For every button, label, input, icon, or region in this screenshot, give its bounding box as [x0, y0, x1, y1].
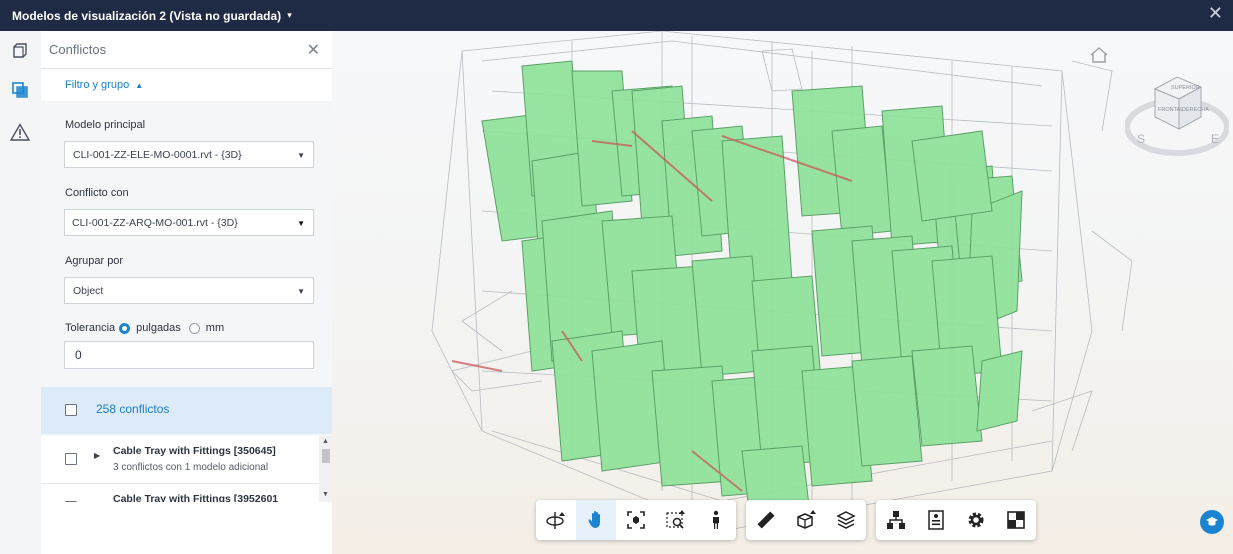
item-name: Cable Tray with Fittings [350645]: [113, 445, 276, 457]
close-panel-button[interactable]: ✕: [307, 40, 320, 60]
settings-icon[interactable]: [956, 500, 996, 540]
conflict-with-label: Conflicto con: [65, 187, 129, 199]
viewcube-top-label: SUPERIOR: [1171, 85, 1200, 91]
radio-inches[interactable]: [119, 322, 131, 334]
principal-model-label: Modelo principal: [65, 119, 146, 131]
chevron-down-icon: ▼: [297, 151, 305, 160]
navigation-toolbar: [536, 500, 736, 540]
compass-s-label: S: [1137, 132, 1145, 146]
scroll-up-icon[interactable]: ▲: [322, 438, 329, 445]
group-by-label: Agrupar por: [65, 255, 124, 267]
item-subtitle: 3 conflictos con 1 modelo adicional: [113, 462, 269, 473]
tolerance-row: Tolerancia pulgadas mm: [65, 322, 224, 334]
tolerance-label: Tolerancia: [65, 322, 116, 334]
chevron-down-icon: ▼: [297, 219, 305, 228]
viewcube-front-label: FRONTAL: [1158, 107, 1183, 113]
fit-to-view-icon[interactable]: [616, 500, 656, 540]
tolerance-input[interactable]: 0: [64, 341, 314, 369]
measure-icon[interactable]: [746, 500, 786, 540]
principal-model-value: CLI-001-ZZ-ELE-MO-0001.rvt - {3D}: [73, 148, 242, 161]
orbit-icon[interactable]: [536, 500, 576, 540]
viewcube-right-label: DERECHA: [1182, 107, 1209, 113]
radio-mm-label: mm: [205, 322, 225, 334]
scroll-down-icon[interactable]: ▼: [322, 491, 329, 498]
panel-footer: [41, 502, 332, 554]
cube-outline-icon[interactable]: [10, 41, 30, 61]
collapse-triangle-icon: ▲: [135, 80, 144, 90]
scroll-thumb[interactable]: [322, 449, 330, 463]
conflict-with-value: CLI-001-ZZ-ARQ-MO-001.rvt - {3D}: [72, 216, 238, 229]
pan-icon[interactable]: [576, 500, 616, 540]
first-person-icon[interactable]: [696, 500, 736, 540]
layers-icon[interactable]: [826, 500, 866, 540]
conflict-count-row: 258 conflictos: [41, 387, 332, 434]
item-name: Cable Tray with Fittings [3952601: [113, 493, 279, 502]
list-item[interactable]: ▶ Cable Tray with Fittings [350645] 3 co…: [41, 436, 319, 484]
left-rail: [0, 31, 42, 554]
conflicts-panel: Conflictos ✕ Filtro y grupo ▲ Modelo pri…: [41, 31, 332, 554]
radio-inches-label: pulgadas: [136, 322, 181, 334]
home-icon[interactable]: [1089, 46, 1109, 69]
compass-e-label: E: [1211, 132, 1219, 146]
principal-model-select[interactable]: CLI-001-ZZ-ELE-MO-0001.rvt - {3D} ▼: [64, 141, 314, 168]
clash-icon[interactable]: [10, 80, 30, 100]
group-by-select[interactable]: Object ▼: [64, 277, 314, 304]
model-browser-icon[interactable]: [876, 500, 916, 540]
list-scrollbar[interactable]: ▲ ▼: [319, 436, 332, 502]
conflict-list: ▶ Cable Tray with Fittings [350645] 3 co…: [41, 436, 332, 502]
filter-group-label: Filtro y grupo: [65, 79, 130, 91]
building-model: [431, 31, 1133, 537]
view-title[interactable]: Modelos de visualización 2 (Vista no gua…: [12, 9, 281, 23]
fullscreen-icon[interactable]: [996, 500, 1036, 540]
section-analysis-icon[interactable]: [786, 500, 826, 540]
model-toolbar: [876, 500, 1036, 540]
warning-icon[interactable]: [10, 122, 30, 142]
top-bar: Modelos de visualización 2 (Vista no gua…: [0, 0, 1233, 31]
properties-icon[interactable]: [916, 500, 956, 540]
viewcube[interactable]: SUPERIOR FRONTAL DERECHA S E: [1124, 67, 1230, 164]
expand-triangle-icon[interactable]: ▶: [94, 451, 100, 460]
row-checkbox[interactable]: [65, 453, 77, 465]
panel-header: Conflictos ✕: [41, 31, 332, 69]
group-by-value: Object: [73, 284, 104, 297]
select-all-checkbox[interactable]: [65, 404, 77, 416]
filter-group-toggle[interactable]: Filtro y grupo ▲: [41, 69, 332, 101]
close-viewer-button[interactable]: ✕: [1208, 3, 1223, 24]
view-dropdown-caret-icon[interactable]: ▾: [287, 10, 292, 21]
zoom-window-icon[interactable]: [656, 500, 696, 540]
panel-title: Conflictos: [49, 42, 107, 57]
conflict-count: 258 conflictos: [96, 402, 170, 416]
radio-mm[interactable]: [188, 322, 200, 334]
analysis-toolbar: [746, 500, 866, 540]
conflict-with-select[interactable]: CLI-001-ZZ-ARQ-MO-001.rvt - {3D} ▼: [64, 209, 314, 236]
chevron-down-icon: ▼: [297, 287, 305, 296]
model-viewport[interactable]: SUPERIOR FRONTAL DERECHA S E: [332, 31, 1233, 554]
learning-hat-icon[interactable]: [1200, 510, 1224, 534]
tolerance-value: 0: [75, 348, 82, 362]
list-item[interactable]: Cable Tray with Fittings [3952601: [41, 484, 319, 502]
